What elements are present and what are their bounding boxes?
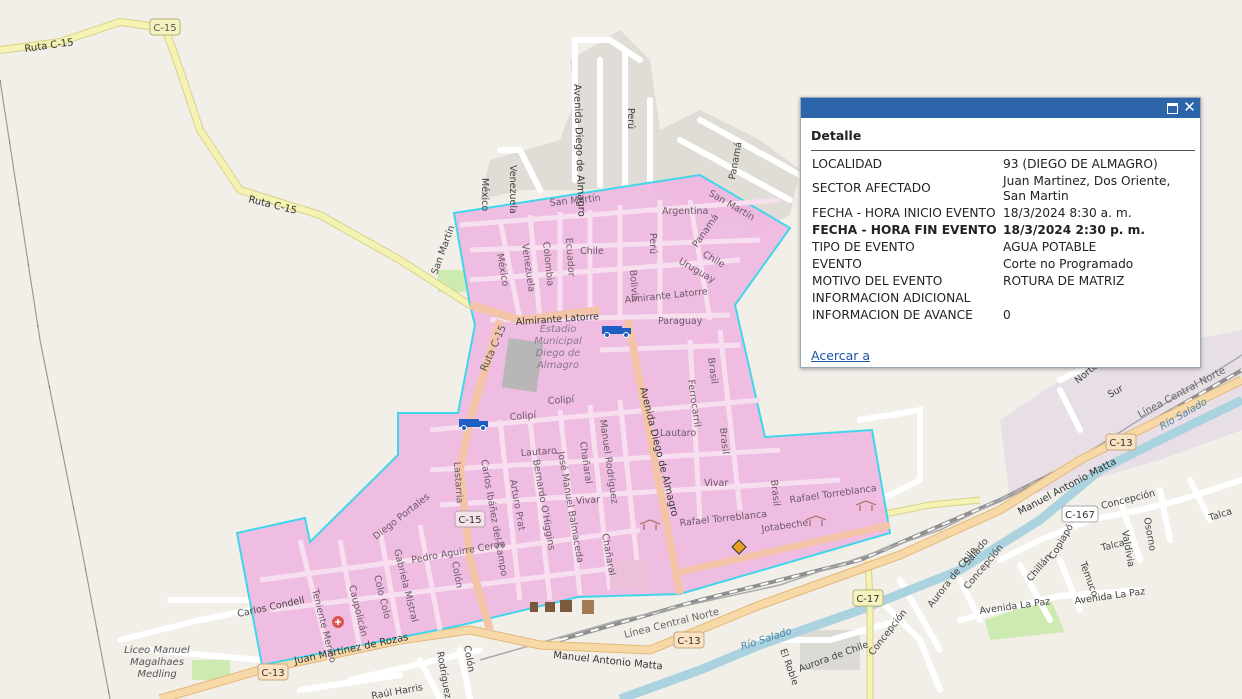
popup-header: ✕ <box>801 98 1200 118</box>
svg-text:Estadio: Estadio <box>540 324 577 335</box>
c167-shield: C-167 <box>1061 505 1099 523</box>
svg-text:Colipí: Colipí <box>509 410 536 423</box>
attributes-table: LOCALIDAD 93 (DIEGO DE ALMAGRO) SECTOR AF… <box>812 157 1178 325</box>
svg-text:C-17: C-17 <box>856 594 879 605</box>
svg-text:Perú: Perú <box>625 108 636 129</box>
svg-text:C-13: C-13 <box>677 636 700 647</box>
attribute-row: LOCALIDAD 93 (DIEGO DE ALMAGRO) <box>812 157 1158 171</box>
c13-shield-b: C-13 <box>673 631 705 649</box>
svg-text:Colipí: Colipí <box>547 394 574 407</box>
c15-shield: C-15 <box>149 18 181 36</box>
close-icon[interactable]: ✕ <box>1182 100 1197 115</box>
svg-text:Municipal: Municipal <box>534 336 582 347</box>
svg-text:C-13: C-13 <box>261 668 284 679</box>
svg-text:Liceo Manuel: Liceo Manuel <box>124 645 190 656</box>
svg-text:C-13: C-13 <box>1109 438 1132 449</box>
svg-text:Vivar: Vivar <box>704 478 728 489</box>
zoom-to-link[interactable]: Acercar a <box>811 348 870 363</box>
svg-text:Medling: Medling <box>137 669 176 680</box>
svg-text:Venezuela: Venezuela <box>507 165 518 214</box>
svg-text:Magalhaes: Magalhaes <box>130 657 184 668</box>
attribute-row: INFORMACION ADICIONAL <box>812 290 971 305</box>
svg-text:C-167: C-167 <box>1065 510 1095 521</box>
attribute-row: SECTOR AFECTADO Juan Martinez, Dos Orient… <box>812 174 1171 203</box>
svg-text:Perú: Perú <box>647 233 658 254</box>
svg-text:Diego de: Diego de <box>536 348 581 359</box>
attribute-row: FECHA - HORA FIN EVENTO 18/3/2024 2:30 p.… <box>812 222 1145 237</box>
attribute-row: TIPO DE EVENTO AGUA POTABLE <box>812 239 1097 254</box>
attribute-row: EVENTO Corte no Programado <box>812 256 1134 271</box>
c13-shield-c: C-13 <box>1105 433 1137 451</box>
svg-text:Chile: Chile <box>580 246 604 257</box>
svg-text:Argentina: Argentina <box>662 206 708 217</box>
detail-popup: ✕ Detalle LOCALIDAD 93 (DIEGO DE ALMAGRO)… <box>800 97 1201 368</box>
svg-text:Vivar: Vivar <box>575 494 600 507</box>
svg-text:Lautaro: Lautaro <box>660 428 696 439</box>
c13-shield: C-13 <box>257 663 289 681</box>
divider <box>811 150 1195 151</box>
maximize-icon[interactable] <box>1165 100 1180 115</box>
attribute-row: FECHA - HORA INICIO EVENTO 18/3/2024 8:30… <box>812 205 1132 220</box>
c17-shield: C-17 <box>852 589 884 607</box>
attribute-row: MOTIVO DEL EVENTO ROTURA DE MATRIZ <box>812 273 1125 288</box>
svg-text:Paraguay: Paraguay <box>658 316 703 327</box>
attribute-row: INFORMACION DE AVANCE 0 <box>812 307 1011 322</box>
svg-text:C-15: C-15 <box>153 23 176 34</box>
svg-text:C-15: C-15 <box>458 515 481 526</box>
c15-shield-town: C-15 <box>454 510 486 528</box>
svg-text:México: México <box>479 178 490 211</box>
popup-title: Detalle <box>811 128 862 143</box>
svg-text:Almagro: Almagro <box>536 360 579 371</box>
hospital-icon <box>332 616 344 628</box>
